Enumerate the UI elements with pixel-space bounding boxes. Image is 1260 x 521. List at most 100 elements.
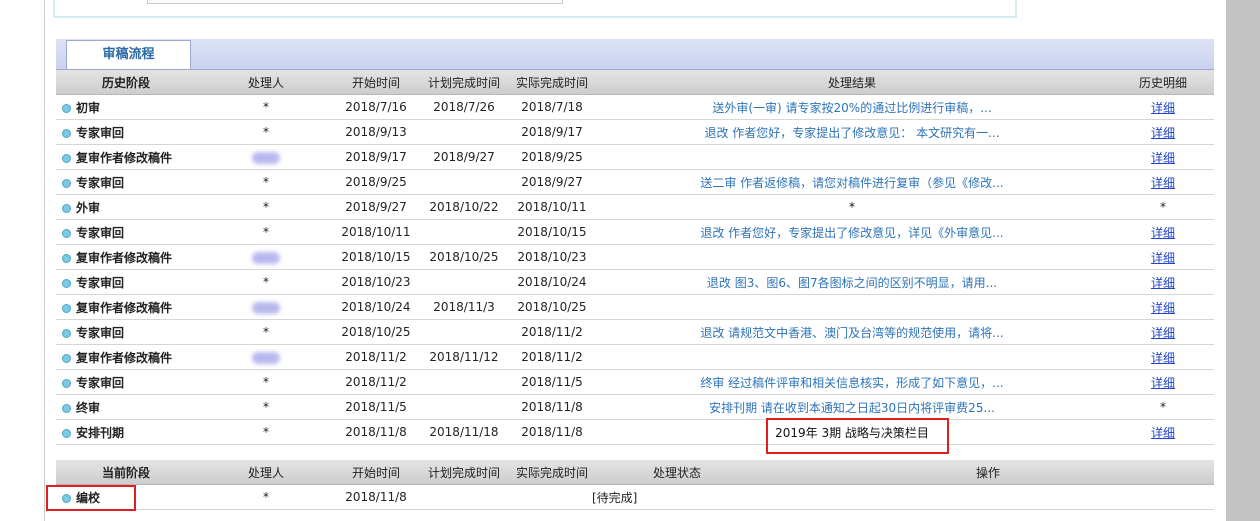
result-text[interactable]: 送二审 作者返修稿，请您对稿件进行复审（参见《修改...: [700, 176, 1003, 190]
detail-cell: *: [1112, 194, 1214, 220]
stage-name: 安排刊期: [76, 425, 125, 440]
detail-link[interactable]: 详细: [1151, 301, 1175, 315]
detail-link[interactable]: 详细: [1151, 326, 1175, 340]
bullet-icon: [62, 328, 71, 338]
history-table: 历史阶段 处理人 开始时间 计划完成时间 实际完成时间 处理结果 历史明细 初审…: [56, 70, 1214, 445]
detail-value: *: [1160, 400, 1166, 414]
stage-cell: 专家审回: [56, 319, 196, 345]
stage-name: 初审: [76, 100, 101, 115]
planned-time: 2018/9/27: [433, 150, 495, 164]
table-row: 专家审回 * 2018/9/25 2018/9/27 送二审 作者返修稿，请您对稿件进行…: [56, 169, 1214, 195]
detail-cell: 详细: [1112, 144, 1214, 170]
planned-time-cell: [416, 369, 512, 395]
result-text[interactable]: 退改 请规范文中香港、澳门及台湾等的规范使用，请将...: [700, 326, 1003, 340]
result-text[interactable]: 退改 作者您好，专家提出了修改意见，详见《外审意见...: [700, 226, 1003, 240]
detail-cell: 详细: [1112, 319, 1214, 345]
result-cell: 终审 经过稿件评审和相关信息核实，形成了如下意见，...: [592, 369, 1112, 395]
handler-cell: *: [196, 394, 336, 420]
table-row: 复审作者修改稿件 2018/10/24 2018/11/3 2018/10/25 详细: [56, 294, 1214, 320]
bullet-icon: [62, 493, 71, 503]
planned-time-cell: 2018/11/12: [416, 344, 512, 370]
tab-review-flow[interactable]: 审稿流程: [66, 40, 191, 69]
page-gutter: [1226, 0, 1260, 521]
col-planned-time: 计划完成时间: [416, 70, 512, 95]
planned-time-cell: 2018/11/3: [416, 294, 512, 320]
handler-cell: *: [196, 419, 336, 445]
bullet-icon: [62, 278, 71, 288]
stage-cell: 安排刊期: [56, 419, 196, 445]
actual-time-cell: 2018/11/2: [512, 319, 592, 345]
handler-cell: [196, 244, 336, 270]
col-start-time: 开始时间: [336, 70, 416, 95]
start-time-cell: 2018/11/2: [336, 369, 416, 395]
start-time-cell: 2018/11/2: [336, 344, 416, 370]
detail-link[interactable]: 详细: [1151, 101, 1175, 115]
result-cell: [592, 144, 1112, 170]
result-text[interactable]: 终审 经过稿件评审和相关信息核实，形成了如下意见，...: [700, 376, 1003, 390]
table-row: 专家审回 * 2018/11/2 2018/11/5 终审 经过稿件评审和相关信息核实，…: [56, 369, 1214, 395]
result-text[interactable]: 退改 作者您好，专家提出了修改意见： 本文研究有一...: [704, 126, 999, 140]
actual-time: 2018/10/23: [517, 250, 587, 264]
bullet-icon: [62, 353, 71, 363]
detail-link[interactable]: 详细: [1151, 376, 1175, 390]
detail-cell: 详细: [1112, 344, 1214, 370]
planned-time-cell: [416, 269, 512, 295]
detail-cell: 详细: [1112, 94, 1214, 120]
detail-link[interactable]: 详细: [1151, 176, 1175, 190]
result-text[interactable]: 送外审(一审) 请专家按20%的通过比例进行审稿，...: [712, 101, 991, 115]
detail-link[interactable]: 详细: [1151, 151, 1175, 165]
stage-name: 外审: [76, 200, 101, 215]
table-row: 复审作者修改稿件 2018/11/2 2018/11/12 2018/11/2 详细: [56, 344, 1214, 370]
col-history-stage: 历史阶段: [56, 70, 196, 95]
detail-cell: 详细: [1112, 219, 1214, 245]
detail-link[interactable]: 详细: [1151, 126, 1175, 140]
start-time-cell: 2018/10/24: [336, 294, 416, 320]
col-status: 处理状态: [592, 460, 762, 485]
detail-cell: 详细: [1112, 369, 1214, 395]
col-current-stage: 当前阶段: [56, 460, 196, 485]
planned-time-cell: [416, 319, 512, 345]
stage-cell: 专家审回: [56, 119, 196, 145]
stage-name: 专家审回: [76, 175, 125, 190]
start-time: 2018/11/2: [345, 350, 407, 364]
stage-name: 复审作者修改稿件: [76, 300, 173, 315]
stage-cell: 复审作者修改稿件: [56, 144, 196, 170]
start-time: 2018/11/8: [345, 490, 407, 504]
handler-cell: *: [196, 484, 336, 510]
start-time: 2018/7/16: [345, 100, 407, 114]
detail-link[interactable]: 详细: [1151, 351, 1175, 365]
result-text[interactable]: 安排刊期 请在收到本通知之日起30日内将评审费25...: [709, 401, 995, 415]
stage-name: 专家审回: [76, 125, 125, 140]
result-text[interactable]: 退改 图3、图6、图7各图标之间的区别不明显，请用...: [707, 276, 997, 290]
actual-time-cell: 2018/10/15: [512, 219, 592, 245]
detail-link[interactable]: 详细: [1151, 251, 1175, 265]
result-cell: 退改 图3、图6、图7各图标之间的区别不明显，请用...: [592, 269, 1112, 295]
handler-cell: *: [196, 94, 336, 120]
start-time: 2018/10/15: [341, 250, 411, 264]
stage-cell: 外审: [56, 194, 196, 220]
start-time: 2018/10/11: [341, 225, 411, 239]
detail-value: *: [1160, 200, 1166, 214]
actual-time-cell: 2018/10/24: [512, 269, 592, 295]
bullet-icon: [62, 403, 71, 413]
stage-name: 专家审回: [76, 225, 125, 240]
handler-value: *: [263, 425, 269, 439]
actual-time: 2018/10/11: [517, 200, 587, 214]
planned-time-cell: 2018/10/22: [416, 194, 512, 220]
detail-link[interactable]: 详细: [1151, 226, 1175, 240]
detail-link[interactable]: 详细: [1151, 276, 1175, 290]
stage-name: 专家审回: [76, 375, 125, 390]
start-time: 2018/11/2: [345, 375, 407, 389]
start-time: 2018/11/5: [345, 400, 407, 414]
handler-value: *: [263, 125, 269, 139]
bullet-icon: [62, 378, 71, 388]
actual-time-cell: 2018/9/25: [512, 144, 592, 170]
upper-panel-field: [147, 0, 563, 4]
actual-time: 2018/11/2: [521, 350, 583, 364]
start-time-cell: 2018/7/16: [336, 94, 416, 120]
handler-cell: *: [196, 119, 336, 145]
detail-link[interactable]: 详细: [1151, 426, 1175, 440]
start-time-cell: 2018/11/5: [336, 394, 416, 420]
handler-value: *: [263, 275, 269, 289]
result-cell: 2019年 3期 战略与决策栏目: [592, 419, 1112, 445]
